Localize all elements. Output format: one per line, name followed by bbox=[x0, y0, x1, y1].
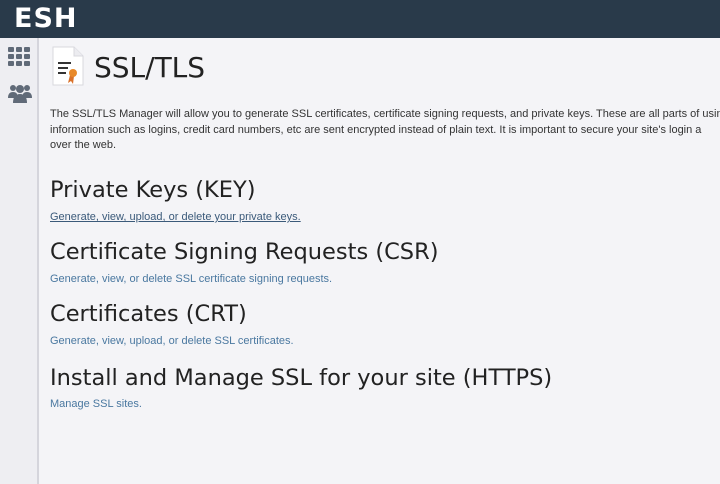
section-title-private-keys: Private Keys (KEY) bbox=[50, 177, 256, 203]
page-header: SSL/TLS bbox=[50, 46, 450, 86]
sidebar bbox=[0, 38, 39, 484]
private-keys-link[interactable]: Generate, view, upload, or delete your p… bbox=[50, 211, 301, 223]
grid-icon[interactable] bbox=[8, 46, 30, 68]
section-title-install-ssl: Install and Manage SSL for your site (HT… bbox=[50, 365, 553, 391]
users-icon[interactable] bbox=[8, 82, 32, 104]
intro-text: The SSL/TLS Manager will allow you to ge… bbox=[50, 108, 720, 151]
csr-link[interactable]: Generate, view, or delete SSL certificat… bbox=[50, 273, 332, 285]
section-title-certificates: Certificates (CRT) bbox=[50, 301, 247, 327]
ssl-certificate-icon bbox=[50, 46, 86, 86]
brand-logo[interactable]: ESH bbox=[14, 3, 78, 34]
certificates-link[interactable]: Generate, view, upload, or delete SSL ce… bbox=[50, 335, 294, 347]
page-title: SSL/TLS bbox=[94, 51, 206, 84]
top-bar: ESH bbox=[0, 0, 720, 38]
manage-ssl-sites-link[interactable]: Manage SSL sites. bbox=[50, 398, 142, 410]
section-title-csr: Certificate Signing Requests (CSR) bbox=[50, 239, 439, 265]
main-content: SSL/TLS The SSL/TLS Manager will allow y… bbox=[41, 38, 720, 484]
